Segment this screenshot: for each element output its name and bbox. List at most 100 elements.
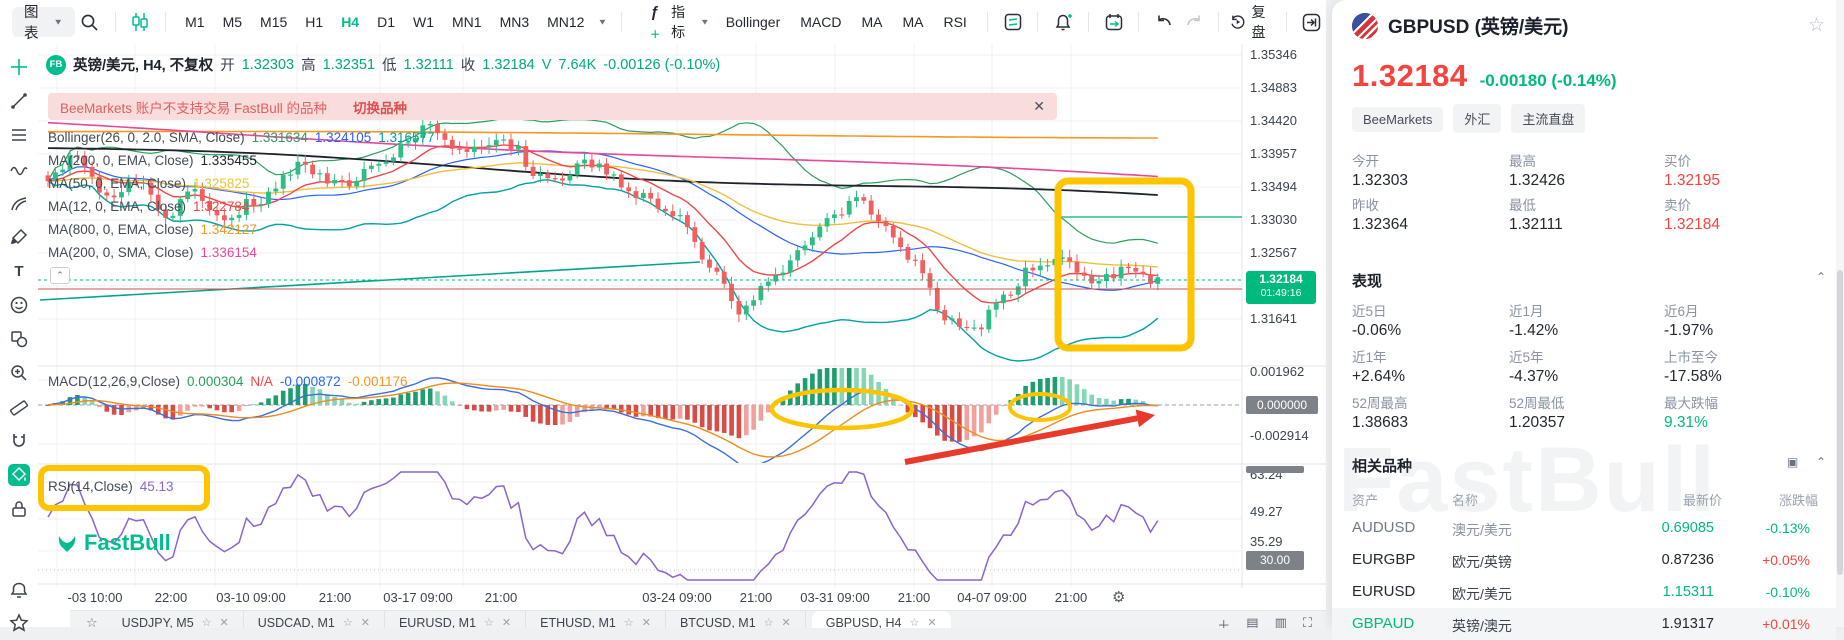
timeframe-group: M1 M5 M15 H1 H4 D1 W1 MN1 MN3 MN12 [176,7,593,37]
tab-close-icon[interactable]: ✕ [220,616,229,628]
tab-star-icon[interactable]: ☆ [202,616,212,628]
tab-panel-icon[interactable]: ▥ [1275,615,1287,628]
price-alert-icon[interactable] [8,580,30,602]
related-change: +0.05% [1762,552,1810,568]
sidebar-scrollbar-thumb[interactable] [1837,270,1843,575]
collapse-panel-icon[interactable] [1296,7,1326,37]
related-row-eurgbp[interactable]: EURGBP 欧元/英镑 0.87236 +0.05% [1332,544,1836,576]
zoom-in-tool-icon[interactable] [8,362,30,384]
tab-close-icon[interactable]: ✕ [927,616,936,628]
timeframes-more-chevron-icon[interactable]: ▼ [597,18,607,27]
tag-chip[interactable]: BeeMarkets [1352,107,1444,132]
tab-close-icon[interactable]: ✕ [361,616,370,628]
timeframe-button-mn3[interactable]: MN3 [491,7,539,37]
tab-star-icon[interactable]: ☆ [624,616,634,628]
calendar-refresh-icon[interactable] [1099,7,1129,37]
tab-close-icon[interactable]: ✕ [502,616,511,628]
add-tab-icon[interactable]: ＋ [1217,615,1230,628]
timeframe-button-m15[interactable]: M15 [251,7,296,37]
chart-tab-ethusd[interactable]: ETHUSD, M1 ☆ ✕ [526,611,666,628]
favorites-star-icon[interactable] [8,612,30,634]
indicator-shortcut-bollinger[interactable]: Bollinger [716,14,790,30]
indicator-shortcut-ma[interactable]: MA [851,14,892,30]
related-price: 1.91317 [1661,616,1714,632]
related-name: 欧元/美元 [1452,586,1512,602]
related-change: -0.10% [1765,584,1810,600]
tab-star-icon[interactable]: ☆ [764,616,774,628]
favorite-star-icon[interactable]: ☆ [1808,14,1825,37]
indicator-shortcut-macd[interactable]: MACD [790,14,851,30]
switch-symbol-link[interactable]: 切换品种 [353,97,407,117]
fib-lines-tool-icon[interactable] [8,124,30,146]
timeframe-button-h1[interactable]: H1 [296,7,332,37]
candlestick-style-icon[interactable] [126,7,156,37]
brush-tool-icon[interactable] [8,226,30,248]
perf-value: 1.20357 [1509,414,1566,431]
tab-star-icon[interactable]: ☆ [343,616,353,628]
stat-label: 卖价 [1664,198,1691,213]
emoji-tool-icon[interactable] [8,294,30,316]
tab-close-icon[interactable]: ✕ [642,616,651,628]
timeframe-button-mn12[interactable]: MN12 [538,7,593,37]
related-row-audusd[interactable]: AUDUSD 澳元/美元 0.69085 -0.13% [1332,512,1836,544]
indicator-shortcut-ma[interactable]: MA [892,14,933,30]
chart-tab-usdcad[interactable]: USDCAD, M1 ☆ ✕ [244,611,385,628]
quote-sidebar: GBPUSD (英镑/美元) ☆ 1.32184 -0.00180 (-0.14%) B… [1332,0,1844,640]
timeframe-button-m5[interactable]: M5 [214,7,251,37]
undo-icon[interactable] [1149,7,1179,37]
measure-tool-icon[interactable] [8,396,30,418]
stat-label: 买价 [1664,154,1691,169]
close-icon[interactable]: ✕ [1033,98,1045,115]
trend-line-tool-icon[interactable] [8,90,30,112]
timeframe-button-d1[interactable]: D1 [368,7,404,37]
chart-menu-button[interactable]: 图表 ▼ [12,5,76,42]
broker-notice-banner: BeeMarkets 账户不支持交易 FastBull 的品种 切换品种 ✕ [48,93,1057,120]
timeframe-button-h4[interactable]: H4 [332,7,368,37]
wave-pattern-tool-icon[interactable] [8,158,30,180]
perf-label: 52周最高 [1352,396,1408,411]
pitchfork-tool-icon[interactable] [8,192,30,214]
perf-label: 最大跌幅 [1664,396,1718,411]
chart-canvas[interactable] [38,44,1326,610]
paint-bucket-tool-icon[interactable] [8,464,30,486]
tag-chip[interactable]: 外汇 [1453,104,1502,133]
tab-star-icon[interactable]: ☆ [909,616,919,628]
indicators-button[interactable]: ƒ＋ 指标 ▼ [644,4,715,41]
magnet-tool-icon[interactable] [8,430,30,452]
performance-collapse-icon[interactable]: ⌃ [1816,270,1826,284]
related-row-eurusd[interactable]: EURUSD 欧元/美元 1.15311 -0.10% [1332,576,1836,608]
chart-tab-gbpusd[interactable]: GBPUSD, H4 ☆ ✕ [811,611,951,628]
chart-tab-eurusd[interactable]: EURUSD, M1 ☆ ✕ [385,611,527,628]
chart-tab-btcusd[interactable]: BTCUSD, M1 ☆ ✕ [666,611,806,628]
watchlist-star-icon[interactable]: ☆ [70,611,108,628]
indicator-shortcut-rsi[interactable]: RSI [933,14,976,30]
related-symbol: AUDUSD [1352,519,1416,536]
chart-tab-usdjpy[interactable]: USDJPY, M5 ☆ ✕ [108,611,244,628]
related-price: 0.69085 [1661,520,1714,536]
related-collapse-icon[interactable]: ⌃ [1816,455,1826,469]
axis-settings-gear-icon[interactable]: ⚙ [1112,588,1125,606]
sidebar-price-row: 1.32184 -0.00180 (-0.14%) [1352,58,1617,94]
layout-panels-icon[interactable] [998,7,1028,37]
tab-close-icon[interactable]: ✕ [782,616,791,628]
redo-icon[interactable] [1179,7,1209,37]
tag-chip[interactable]: 主流直盘 [1511,104,1586,133]
panel-collapse-button[interactable]: ⌃ [50,267,70,284]
lock-tool-icon[interactable] [8,498,30,520]
search-icon[interactable] [75,7,105,37]
expand-icon[interactable]: ⛶ [1303,615,1312,628]
timeframe-button-mn1[interactable]: MN1 [443,7,491,37]
replay-button[interactable]: 复盘 [1229,2,1275,42]
related-list-icon[interactable]: ▣ [1787,455,1798,469]
alert-add-icon[interactable] [1048,7,1078,37]
timeframe-button-w1[interactable]: W1 [404,7,443,37]
related-row-gbpaud[interactable]: GBPAUD 英镑/澳元 1.91317 +0.01% [1332,608,1836,640]
shapes-tool-icon[interactable] [8,328,30,350]
tab-star-icon[interactable]: ☆ [484,616,494,628]
divider [1138,12,1140,32]
related-section-title: 相关品种 [1352,458,1413,475]
timeframe-button-m1[interactable]: M1 [176,7,213,37]
text-tool-icon[interactable]: T [8,260,30,282]
crosshair-tool-icon[interactable] [8,56,30,78]
tab-layout-icon[interactable]: ▤ [1246,615,1258,628]
